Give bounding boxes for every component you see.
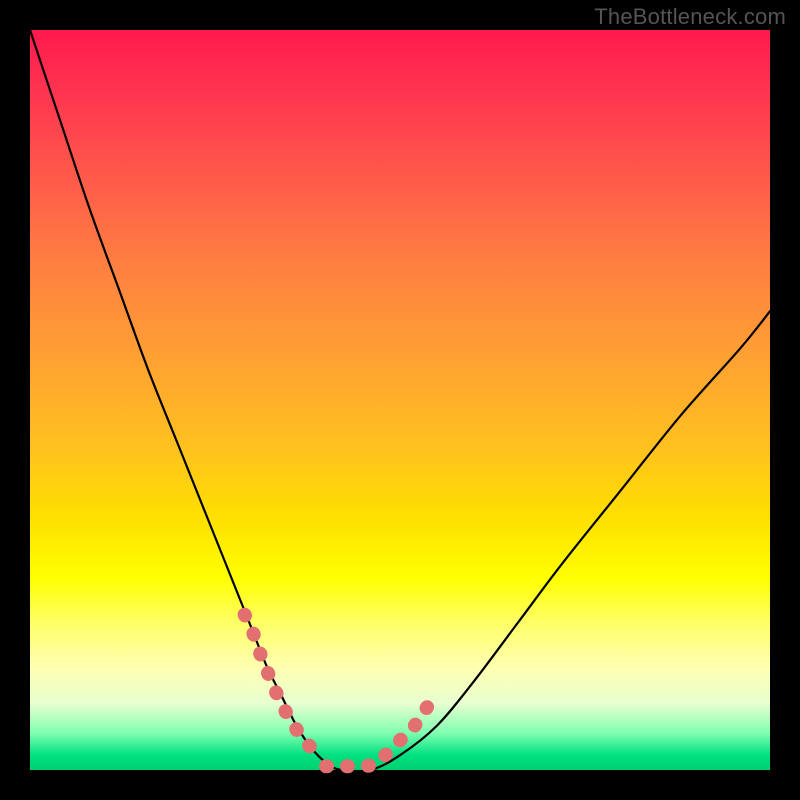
watermark-text: TheBottleneck.com [594,4,786,30]
chart-svg [30,30,770,770]
highlight-bottom [326,766,370,767]
highlight-left [245,615,319,756]
bottleneck-curve [30,30,770,771]
chart-plot-area [30,30,770,770]
page-frame: TheBottleneck.com [0,0,800,800]
highlight-right [385,703,429,755]
